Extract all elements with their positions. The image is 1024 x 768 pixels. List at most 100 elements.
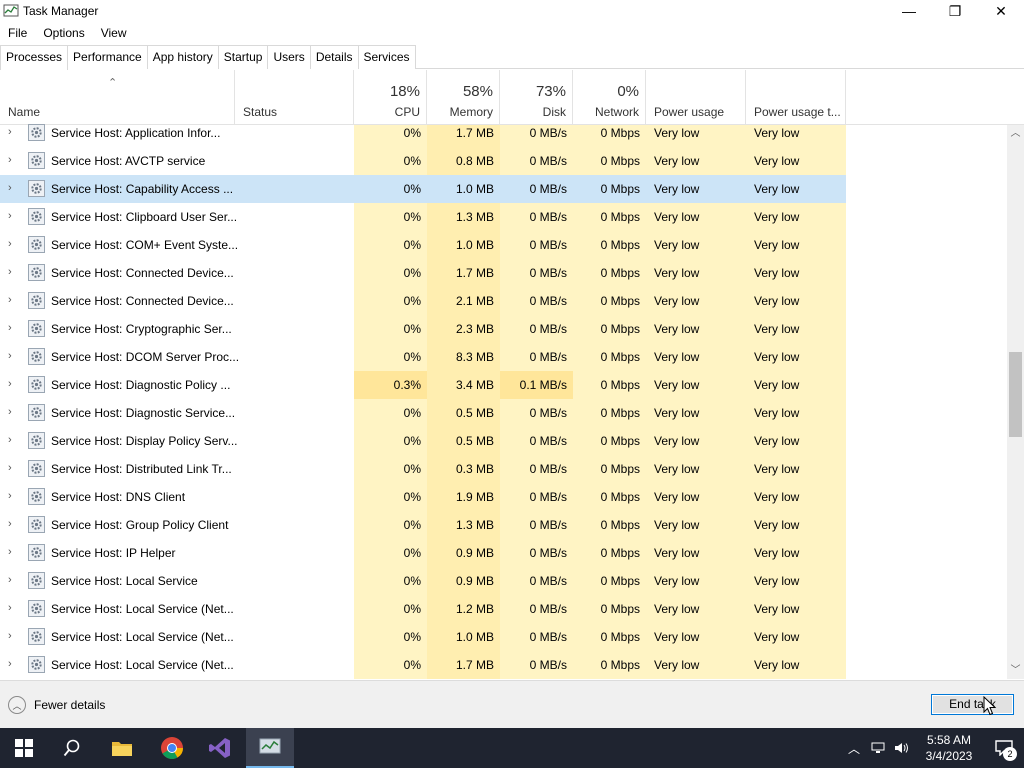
process-name-cell[interactable]: › Service Host: Diagnostic Policy ... [0,371,354,399]
header-network[interactable]: 0% Network [573,70,646,125]
header-disk[interactable]: 73% Disk [500,70,573,125]
process-name-cell[interactable]: › Service Host: Cryptographic Ser... [0,315,354,343]
table-row[interactable]: › Service Host: Connected Device... 0% 1.7 … [0,259,1007,287]
chevron-right-icon[interactable]: › [8,183,16,194]
table-row[interactable]: › Service Host: Local Service (Net... 0% 1.… [0,595,1007,623]
table-row[interactable]: › Service Host: DCOM Server Proc... 0% 8.3 … [0,343,1007,371]
chevron-right-icon[interactable]: › [8,267,16,278]
close-button[interactable]: ✕ [978,0,1024,22]
chevron-right-icon[interactable]: › [8,603,16,614]
menu-file[interactable]: File [0,26,35,40]
process-name-cell[interactable]: › Service Host: Local Service (Net... [0,651,354,679]
process-name-cell[interactable]: › Service Host: DNS Client [0,483,354,511]
action-center-button[interactable]: 2 [984,728,1024,768]
process-name-cell[interactable]: › Service Host: Group Policy Client [0,511,354,539]
process-name-cell[interactable]: › Service Host: Connected Device... [0,287,354,315]
table-row[interactable]: › Service Host: Distributed Link Tr... 0% 0… [0,455,1007,483]
table-row[interactable]: › Service Host: Local Service 0% 0.9 MB 0 MB… [0,567,1007,595]
windows-start-icon[interactable] [0,728,48,768]
volume-icon[interactable] [890,728,914,768]
chevron-right-icon[interactable]: › [8,463,16,474]
network-icon[interactable] [866,728,890,768]
scroll-up-icon[interactable]: ︿ [1007,125,1024,142]
table-row[interactable]: › Service Host: AVCTP service 0% 0.8 MB 0 MB… [0,147,1007,175]
chevron-right-icon[interactable]: › [8,547,16,558]
task-manager-icon[interactable] [246,728,294,768]
process-name-cell[interactable]: › Service Host: Local Service (Net... [0,595,354,623]
chevron-up-icon[interactable]: ︿ [842,728,866,768]
process-name-cell[interactable]: › Service Host: DCOM Server Proc... [0,343,354,371]
header-status[interactable]: Status [235,70,354,125]
table-row[interactable]: › Service Host: IP Helper 0% 0.9 MB 0 MB/s 0 … [0,539,1007,567]
table-row[interactable]: › Service Host: Application Infor... 0% 1.7… [0,119,1007,147]
table-row[interactable]: › Service Host: Connected Device... 0% 2.1 … [0,287,1007,315]
tab-app-history[interactable]: App history [146,45,219,69]
header-cpu[interactable]: 18% CPU [354,70,427,125]
table-row[interactable]: › Service Host: Capability Access ... 0% 1.… [0,175,1007,203]
process-name-cell[interactable]: › Service Host: Distributed Link Tr... [0,455,354,483]
chevron-right-icon[interactable]: › [8,491,16,502]
tab-services[interactable]: Services [357,45,416,69]
menu-options[interactable]: Options [35,26,92,40]
menu-view[interactable]: View [93,26,135,40]
tab-details[interactable]: Details [309,45,359,69]
chevron-right-icon[interactable]: › [8,575,16,586]
table-row[interactable]: › Service Host: COM+ Event Syste... 0% 1.0 … [0,231,1007,259]
process-name-cell[interactable]: › Service Host: IP Helper [0,539,354,567]
process-name-cell[interactable]: › Service Host: Capability Access ... [0,175,354,203]
tab-startup[interactable]: Startup [217,45,269,69]
header-name[interactable]: ⌃ Name [0,70,235,125]
fewer-details-button[interactable]: ︿ Fewer details [8,696,105,714]
table-row[interactable]: › Service Host: Diagnostic Policy ... 0.3%… [0,371,1007,399]
scrollbar-thumb[interactable] [1009,352,1022,437]
scroll-down-icon[interactable]: ﹀ [1007,662,1024,679]
process-name-cell[interactable]: › Service Host: Connected Device... [0,259,354,287]
chevron-right-icon[interactable]: › [8,295,16,306]
header-power-usage-trend[interactable]: Power usage t... [746,70,846,125]
chevron-right-icon[interactable]: › [8,659,16,670]
process-name-cell[interactable]: › Service Host: Application Infor... [0,119,354,147]
end-task-button[interactable]: End task [931,694,1014,715]
chevron-right-icon[interactable]: › [8,407,16,418]
search-icon[interactable] [48,728,96,768]
tab-performance[interactable]: Performance [67,45,148,69]
header-memory[interactable]: 58% Memory [427,70,500,125]
disk-value: 0 MB/s [500,175,573,203]
chevron-right-icon[interactable]: › [8,155,16,166]
restore-button[interactable]: ❐ [932,0,978,22]
process-name-cell[interactable]: › Service Host: COM+ Event Syste... [0,231,354,259]
process-name-cell[interactable]: › Service Host: Diagnostic Service... [0,399,354,427]
process-name-cell[interactable]: › Service Host: AVCTP service [0,147,354,175]
table-row[interactable]: › Service Host: Clipboard User Ser... 0% 1.… [0,203,1007,231]
cpu-value: 0% [403,574,421,588]
chevron-right-icon[interactable]: › [8,631,16,642]
minimize-button[interactable]: — [886,0,932,22]
table-row[interactable]: › Service Host: Display Policy Serv... 0% 0… [0,427,1007,455]
file-explorer-icon[interactable] [98,728,146,768]
process-name-cell[interactable]: › Service Host: Clipboard User Ser... [0,203,354,231]
table-row[interactable]: › Service Host: Cryptographic Ser... 0% 2.3… [0,315,1007,343]
visual-studio-icon[interactable] [196,728,244,768]
table-row[interactable]: › Service Host: Local Service (Net... 0% 1.… [0,651,1007,679]
process-name-cell[interactable]: › Service Host: Display Policy Serv... [0,427,354,455]
chevron-right-icon[interactable]: › [8,519,16,530]
chrome-icon[interactable] [148,728,196,768]
header-power-usage[interactable]: Power usage [646,70,746,125]
chevron-right-icon[interactable]: › [8,127,16,138]
chevron-right-icon[interactable]: › [8,323,16,334]
chevron-right-icon[interactable]: › [8,211,16,222]
table-row[interactable]: › Service Host: Group Policy Client 0% 1.3 … [0,511,1007,539]
chevron-right-icon[interactable]: › [8,379,16,390]
table-row[interactable]: › Service Host: Local Service (Net... 0% 1.… [0,623,1007,651]
chevron-right-icon[interactable]: › [8,239,16,250]
clock[interactable]: 5:58 AM 3/4/2023 [914,732,984,764]
vertical-scrollbar[interactable]: ︿ ﹀ [1007,125,1024,679]
chevron-right-icon[interactable]: › [8,435,16,446]
table-row[interactable]: › Service Host: DNS Client 0% 1.9 MB 0 MB/s 0… [0,483,1007,511]
process-name-cell[interactable]: › Service Host: Local Service (Net... [0,623,354,651]
table-row[interactable]: › Service Host: Diagnostic Service... 0% 0.… [0,399,1007,427]
tab-users[interactable]: Users [267,45,311,69]
process-name-cell[interactable]: › Service Host: Local Service [0,567,354,595]
tab-processes[interactable]: Processes [0,45,69,70]
chevron-right-icon[interactable]: › [8,351,16,362]
